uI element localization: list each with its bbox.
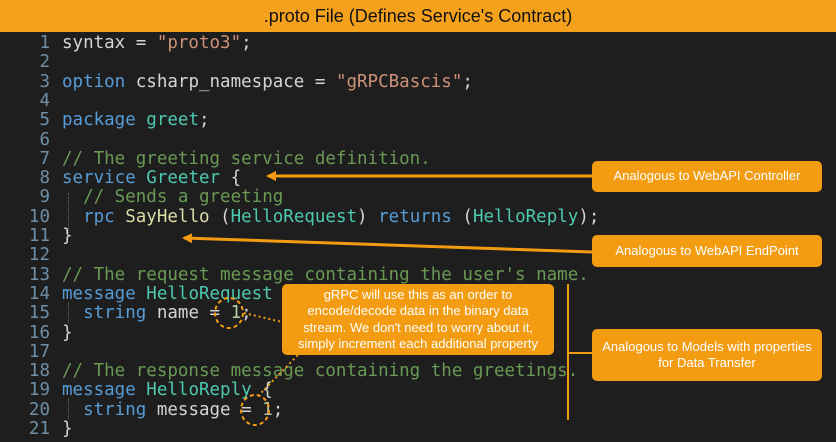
line-number: 10: [28, 206, 50, 227]
code-token: HelloRequest: [146, 283, 273, 304]
code-token: rpc: [83, 206, 126, 227]
code-token: name =: [156, 303, 231, 324]
callout-models: Analogous to Models with properties for …: [592, 329, 822, 381]
code-token: message: [62, 380, 147, 401]
line-number: 14: [28, 283, 50, 304]
code-token: message =: [156, 399, 263, 420]
code-token: );: [578, 206, 600, 227]
code-token: // The response message containing the g…: [62, 361, 579, 382]
code-line: 3 option csharp_namespace = "gRPCBascis";: [0, 71, 473, 93]
code-token: ;: [198, 110, 210, 131]
code-token: // The request message containing the us…: [62, 264, 589, 285]
line-number: 15: [28, 303, 50, 324]
code-token: "proto3": [156, 33, 242, 53]
line-number: 2: [39, 52, 50, 73]
callout-endpoint: Analogous to WebAPI EndPoint: [592, 235, 822, 267]
code-line: 10 rpc SayHello (HelloRequest) returns (…: [0, 206, 599, 228]
indent-guide-reply: [68, 399, 69, 419]
line-number: 1: [39, 33, 50, 53]
code-token: "gRPCBascis": [335, 71, 463, 92]
line-number: 20: [28, 399, 50, 420]
line-number: 3: [39, 71, 50, 92]
code-token: (: [451, 206, 473, 227]
code-token: }: [62, 322, 73, 343]
code-token: greet: [146, 110, 199, 131]
code-token: // The greeting service definition.: [62, 148, 431, 169]
code-token: package: [62, 110, 147, 131]
line-number: 12: [28, 245, 50, 266]
code-token: ): [357, 206, 379, 227]
code-token: ;: [241, 33, 252, 53]
code-token: service: [62, 168, 147, 189]
line-number: 8: [39, 168, 50, 189]
code-token: HelloRequest: [230, 206, 358, 227]
code-token: }: [62, 419, 73, 439]
callout-order: gRPC will use this as an order to encode…: [282, 284, 554, 355]
code-token: returns: [378, 206, 452, 227]
line-number: 13: [28, 264, 50, 285]
line-number: 18: [28, 361, 50, 382]
title-banner: .proto File (Defines Service's Contract): [0, 0, 836, 32]
code-token: 1: [262, 399, 273, 420]
code-token: csharp_namespace =: [135, 71, 336, 92]
line-number: 17: [28, 341, 50, 362]
code-token: string: [83, 303, 157, 324]
line-number: 11: [28, 226, 50, 246]
code-token: option: [62, 71, 136, 92]
code-token: SayHello: [125, 206, 210, 227]
code-token: syntax =: [62, 33, 157, 53]
line-number: 5: [39, 110, 50, 131]
line-number: 19: [28, 380, 50, 401]
line-number: 16: [28, 322, 50, 343]
line-number: 9: [39, 187, 50, 208]
code-token: string: [83, 399, 157, 420]
code-token: ;: [272, 399, 284, 420]
code-token: ;: [462, 71, 473, 92]
code-token: message: [62, 283, 147, 304]
arrow-to-sayhello: [182, 233, 593, 254]
line-number: 21: [28, 419, 50, 439]
callout-controller: Analogous to WebAPI Controller: [592, 161, 822, 192]
line-number: 4: [39, 90, 50, 111]
line-number: 6: [39, 129, 50, 150]
code-token: // Sends a greeting: [83, 187, 284, 208]
page-title: .proto File (Defines Service's Contract): [263, 5, 573, 26]
code-token: HelloReply: [146, 380, 252, 401]
code-token: HelloReply: [472, 206, 579, 227]
code-token: {: [220, 168, 242, 189]
indent-guide-service: [68, 193, 69, 235]
code-token: (: [209, 206, 231, 227]
code-line: 21}: [0, 418, 73, 440]
code-token: {: [251, 380, 273, 401]
code-token: ;: [241, 303, 252, 324]
line-number: 7: [39, 148, 50, 169]
indent-guide-request: [68, 303, 69, 323]
code-token: 1: [230, 303, 242, 324]
code-token: Greeter: [146, 168, 221, 189]
